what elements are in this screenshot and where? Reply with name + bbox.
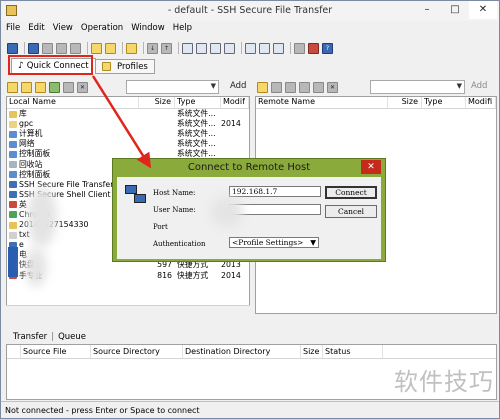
annotation-arrow [91,75,151,169]
watermark: 软件技巧 [394,368,494,396]
